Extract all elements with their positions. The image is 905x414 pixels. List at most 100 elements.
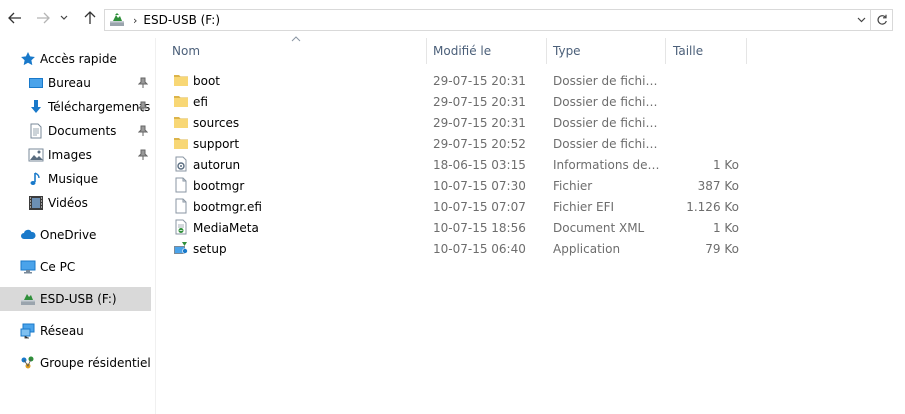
file-row-efi[interactable]: efi 29-07-15 20:31 Dossier de fichiers — [168, 91, 748, 112]
file-type: Fichier — [553, 179, 593, 193]
column-divider[interactable] — [746, 38, 747, 64]
file-size: 1 Ko — [712, 221, 739, 235]
file-modified: 18-06-15 03:15 — [433, 158, 526, 172]
back-button[interactable] — [6, 9, 24, 27]
sidebar-item-images[interactable]: Images — [0, 143, 151, 167]
sidebar-item-ce-pc[interactable]: Ce PC — [0, 255, 151, 279]
file-modified: 10-07-15 18:56 — [433, 221, 526, 235]
computer-icon — [20, 260, 36, 274]
homegroup-icon — [21, 356, 34, 369]
file-icon — [175, 177, 187, 193]
file-name: sources — [193, 116, 240, 130]
images-icon — [28, 148, 44, 162]
music-icon — [30, 172, 40, 185]
file-type: Dossier de fichiers — [553, 116, 661, 130]
file-name: bootmgr — [193, 179, 245, 193]
file-type: Dossier de fichiers — [553, 74, 661, 88]
column-header-name[interactable]: Nom — [172, 38, 426, 64]
usb-drive-icon — [110, 13, 124, 26]
file-name: bootmgr.efi — [193, 200, 262, 214]
file-name: autorun — [193, 158, 241, 172]
file-size: 1 Ko — [712, 158, 739, 172]
file-type: Application — [553, 242, 621, 256]
address-history-button[interactable] — [854, 13, 868, 27]
sidebar-item-bureau[interactable]: Bureau — [0, 71, 151, 95]
sidebar-item-label: Téléchargements — [48, 100, 151, 114]
file-type: Fichier EFI — [553, 200, 615, 214]
file-row-bootmgr-efi[interactable]: bootmgr.efi 10-07-15 07:07 Fichier EFI 1… — [168, 196, 748, 217]
arrow-right-icon — [37, 12, 50, 24]
column-header-modified[interactable]: Modifié le — [433, 38, 547, 64]
sidebar-item-telechargements[interactable]: Téléchargements — [0, 95, 151, 119]
file-row-mediameta[interactable]: MediaMeta 10-07-15 18:56 Document XML 1 … — [168, 217, 748, 238]
forward-button[interactable] — [34, 9, 52, 27]
file-name: efi — [193, 95, 208, 109]
desktop-icon — [29, 78, 43, 88]
download-icon — [31, 100, 41, 113]
arrow-up-icon — [84, 11, 96, 24]
file-size: 1.126 Ko — [686, 200, 739, 214]
column-divider[interactable] — [426, 38, 427, 64]
sidebar-item-label: Ce PC — [40, 260, 76, 274]
file-type: Dossier de fichiers — [553, 137, 661, 151]
file-modified: 29-07-15 20:31 — [433, 116, 526, 130]
column-header-size[interactable]: Taille — [673, 38, 746, 64]
file-modified: 10-07-15 06:40 — [433, 242, 526, 256]
folder-icon — [174, 75, 188, 86]
up-button[interactable] — [81, 9, 99, 27]
file-modified: 29-07-15 20:31 — [433, 74, 526, 88]
setup-app-icon — [174, 242, 188, 254]
file-row-support[interactable]: support 29-07-15 20:52 Dossier de fichie… — [168, 133, 748, 154]
sidebar-item-label: Accès rapide — [40, 52, 117, 66]
sidebar-item-documents[interactable]: Documents — [0, 119, 151, 143]
file-name: support — [193, 137, 240, 151]
chevron-down-icon — [60, 15, 68, 20]
sidebar-item-label: Groupe résidentiel — [40, 356, 151, 370]
sidebar-item-groupe-residentiel[interactable]: Groupe résidentiel — [0, 351, 151, 375]
sidebar-item-esd-usb[interactable]: ESD-USB (F:) — [0, 287, 151, 311]
sidebar-item-label: Documents — [48, 124, 117, 138]
file-type: Document XML — [553, 221, 645, 235]
recent-locations-button[interactable] — [58, 9, 70, 27]
file-modified: 10-07-15 07:07 — [433, 200, 526, 214]
refresh-button[interactable] — [871, 9, 893, 31]
sidebar-item-label: Images — [48, 148, 92, 162]
file-row-autorun[interactable]: autorun 18-06-15 03:15 Informations de c… — [168, 154, 748, 175]
sidebar-item-videos[interactable]: Vidéos — [0, 191, 151, 215]
usb-drive-icon — [21, 294, 35, 305]
file-row-bootmgr[interactable]: bootmgr 10-07-15 07:30 Fichier 387 Ko — [168, 175, 748, 196]
videos-icon — [29, 196, 43, 210]
cloud-icon — [21, 229, 36, 239]
star-icon — [21, 52, 35, 66]
sidebar-item-label: Musique — [48, 172, 99, 186]
sidebar-item-label: Bureau — [48, 76, 91, 90]
breadcrumb-location[interactable]: ESD-USB (F:) — [143, 13, 220, 27]
sidebar-item-label: OneDrive — [40, 228, 97, 242]
folder-icon — [174, 96, 188, 107]
pin-icon — [138, 77, 148, 88]
breadcrumb-separator: › — [133, 13, 138, 27]
address-bar[interactable]: › ESD-USB (F:) — [104, 9, 871, 31]
column-header-label: Type — [553, 44, 581, 58]
sidebar-item-onedrive[interactable]: OneDrive — [0, 223, 151, 247]
refresh-icon — [877, 14, 887, 25]
column-header-label: Taille — [673, 44, 704, 58]
sidebar-item-musique[interactable]: Musique — [0, 167, 151, 191]
pin-icon — [138, 125, 148, 136]
navigation-bar: › ESD-USB (F:) — [0, 0, 905, 38]
settings-file-icon — [175, 156, 187, 172]
documents-icon — [30, 123, 42, 139]
column-divider[interactable] — [665, 38, 666, 64]
column-divider[interactable] — [546, 38, 547, 64]
sidebar-item-quick-access[interactable]: Accès rapide — [0, 47, 151, 71]
column-header-type[interactable]: Type — [553, 38, 665, 64]
file-modified: 10-07-15 07:30 — [433, 179, 526, 193]
file-row-boot[interactable]: boot 29-07-15 20:31 Dossier de fichiers — [168, 70, 748, 91]
chevron-down-icon — [857, 17, 865, 23]
network-icon — [20, 323, 35, 339]
file-icon — [175, 198, 187, 214]
file-name: setup — [193, 242, 227, 256]
file-row-setup[interactable]: setup 10-07-15 06:40 Application 79 Ko — [168, 238, 748, 259]
file-row-sources[interactable]: sources 29-07-15 20:31 Dossier de fichie… — [168, 112, 748, 133]
sidebar-item-reseau[interactable]: Réseau — [0, 319, 151, 343]
